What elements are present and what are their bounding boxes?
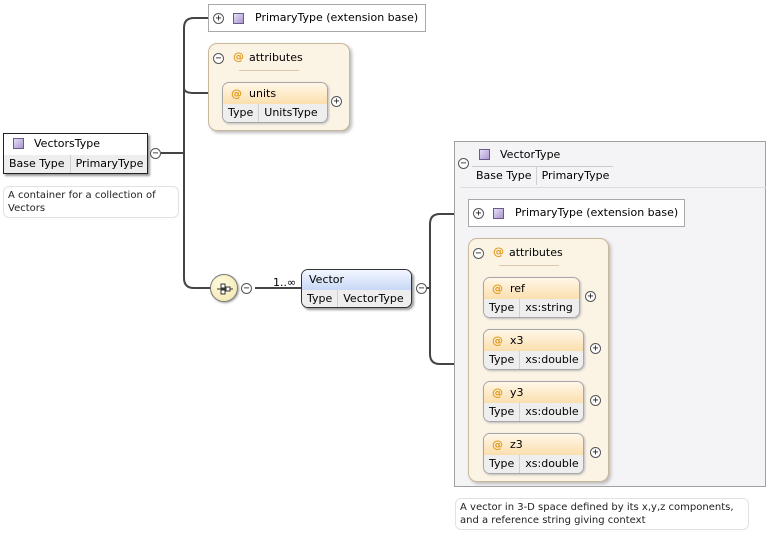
base-type-label: Base Type: [472, 167, 537, 185]
complex-type-icon: [493, 208, 504, 219]
expand-z3-icon[interactable]: +: [590, 447, 601, 458]
primary-type-extension-label: PrimaryType (extension base): [255, 11, 419, 24]
vectors-type-header: VectorsType: [4, 134, 147, 154]
attribute-type-label: Type: [484, 455, 521, 473]
sequence-compositor[interactable]: [210, 274, 238, 302]
attributes-title: attributes: [249, 51, 303, 64]
attribute-ref[interactable]: @ ref Type xs:string: [483, 277, 580, 318]
vectors-annotation-text: A container for a collection of Vectors: [8, 190, 156, 214]
attribute-at-icon: @: [231, 87, 242, 100]
attribute-type-value: xs:double: [525, 353, 579, 366]
sequence-icon: [217, 283, 233, 295]
attribute-name: units: [249, 87, 277, 100]
attribute-y3[interactable]: @ y3 Type xs:double: [483, 381, 584, 422]
attribute-at-icon: @: [233, 50, 244, 63]
primary-type-extension-top[interactable]: + PrimaryType (extension base): [208, 4, 426, 32]
collapse-vector-type-icon[interactable]: −: [458, 158, 469, 169]
expand-x3-icon[interactable]: +: [590, 343, 601, 354]
vectors-type-base-row: Base Type PrimaryType: [4, 155, 147, 173]
attribute-type-value: xs:string: [525, 301, 573, 314]
attribute-type-label: Type: [223, 104, 260, 122]
divider: [460, 187, 766, 188]
base-type-value: PrimaryType: [75, 157, 144, 170]
complex-type-icon: [479, 149, 490, 160]
base-type-label: Base Type: [4, 155, 71, 173]
attribute-type-label: Type: [484, 299, 521, 317]
collapse-sequence-icon[interactable]: −: [241, 283, 252, 294]
attribute-at-icon: @: [492, 334, 503, 347]
expand-ref-icon[interactable]: +: [585, 291, 596, 302]
complex-type-icon: [233, 13, 244, 24]
vector-type-annotation: A vector in 3-D space defined by its x,y…: [455, 498, 749, 530]
element-type-value: VectorType: [343, 292, 404, 305]
attribute-at-icon: @: [492, 282, 503, 295]
base-type-value: PrimaryType: [541, 169, 610, 182]
vector-type-name: VectorType: [500, 148, 561, 161]
vector-element[interactable]: Vector Type VectorType: [301, 269, 412, 308]
attribute-type-value: xs:double: [525, 457, 579, 470]
vectors-type-annotation: A container for a collection of Vectors: [3, 186, 179, 218]
attribute-z3[interactable]: @ z3 Type xs:double: [483, 433, 584, 474]
primary-type-extension-label: PrimaryType (extension base): [515, 206, 679, 219]
attribute-name: y3: [510, 386, 524, 399]
vectors-type-node[interactable]: VectorsType Base Type PrimaryType: [3, 133, 148, 174]
attribute-name: z3: [510, 438, 523, 451]
primary-type-extension-inner[interactable]: + PrimaryType (extension base): [468, 199, 685, 227]
attribute-type-value: UnitsType: [264, 106, 318, 119]
vector-element-name: Vector: [302, 270, 411, 290]
attribute-at-icon: @: [492, 386, 503, 399]
attribute-type-label: Type: [484, 351, 521, 369]
expand-y3-icon[interactable]: +: [590, 395, 601, 406]
expand-primary-type-icon[interactable]: +: [473, 208, 484, 219]
attribute-at-icon: @: [493, 245, 504, 258]
vectors-type-name: VectorsType: [34, 137, 101, 150]
collapse-vectors-type-icon[interactable]: −: [150, 148, 161, 159]
attribute-type-value: xs:double: [525, 405, 579, 418]
attribute-at-icon: @: [492, 438, 503, 451]
attribute-name: x3: [510, 334, 524, 347]
vector-type-header[interactable]: VectorType Base Type PrimaryType: [472, 145, 613, 185]
element-type-label: Type: [302, 290, 339, 307]
attribute-type-label: Type: [484, 403, 521, 421]
expand-primary-type-icon[interactable]: +: [213, 13, 224, 24]
expand-units-icon[interactable]: +: [331, 96, 342, 107]
attribute-x3[interactable]: @ x3 Type xs:double: [483, 329, 584, 370]
vector-annotation-text: A vector in 3-D space defined by its x,y…: [460, 502, 734, 526]
attribute-units[interactable]: @ units Type UnitsType: [222, 82, 328, 123]
attribute-name: ref: [510, 282, 525, 295]
collapse-attributes-icon[interactable]: −: [213, 53, 224, 64]
collapse-vector-icon[interactable]: −: [416, 283, 427, 294]
collapse-attributes-icon[interactable]: −: [473, 248, 484, 259]
complex-type-icon: [13, 138, 24, 149]
attributes-title: attributes: [509, 246, 563, 259]
vector-cardinality: 1..∞: [273, 276, 297, 289]
